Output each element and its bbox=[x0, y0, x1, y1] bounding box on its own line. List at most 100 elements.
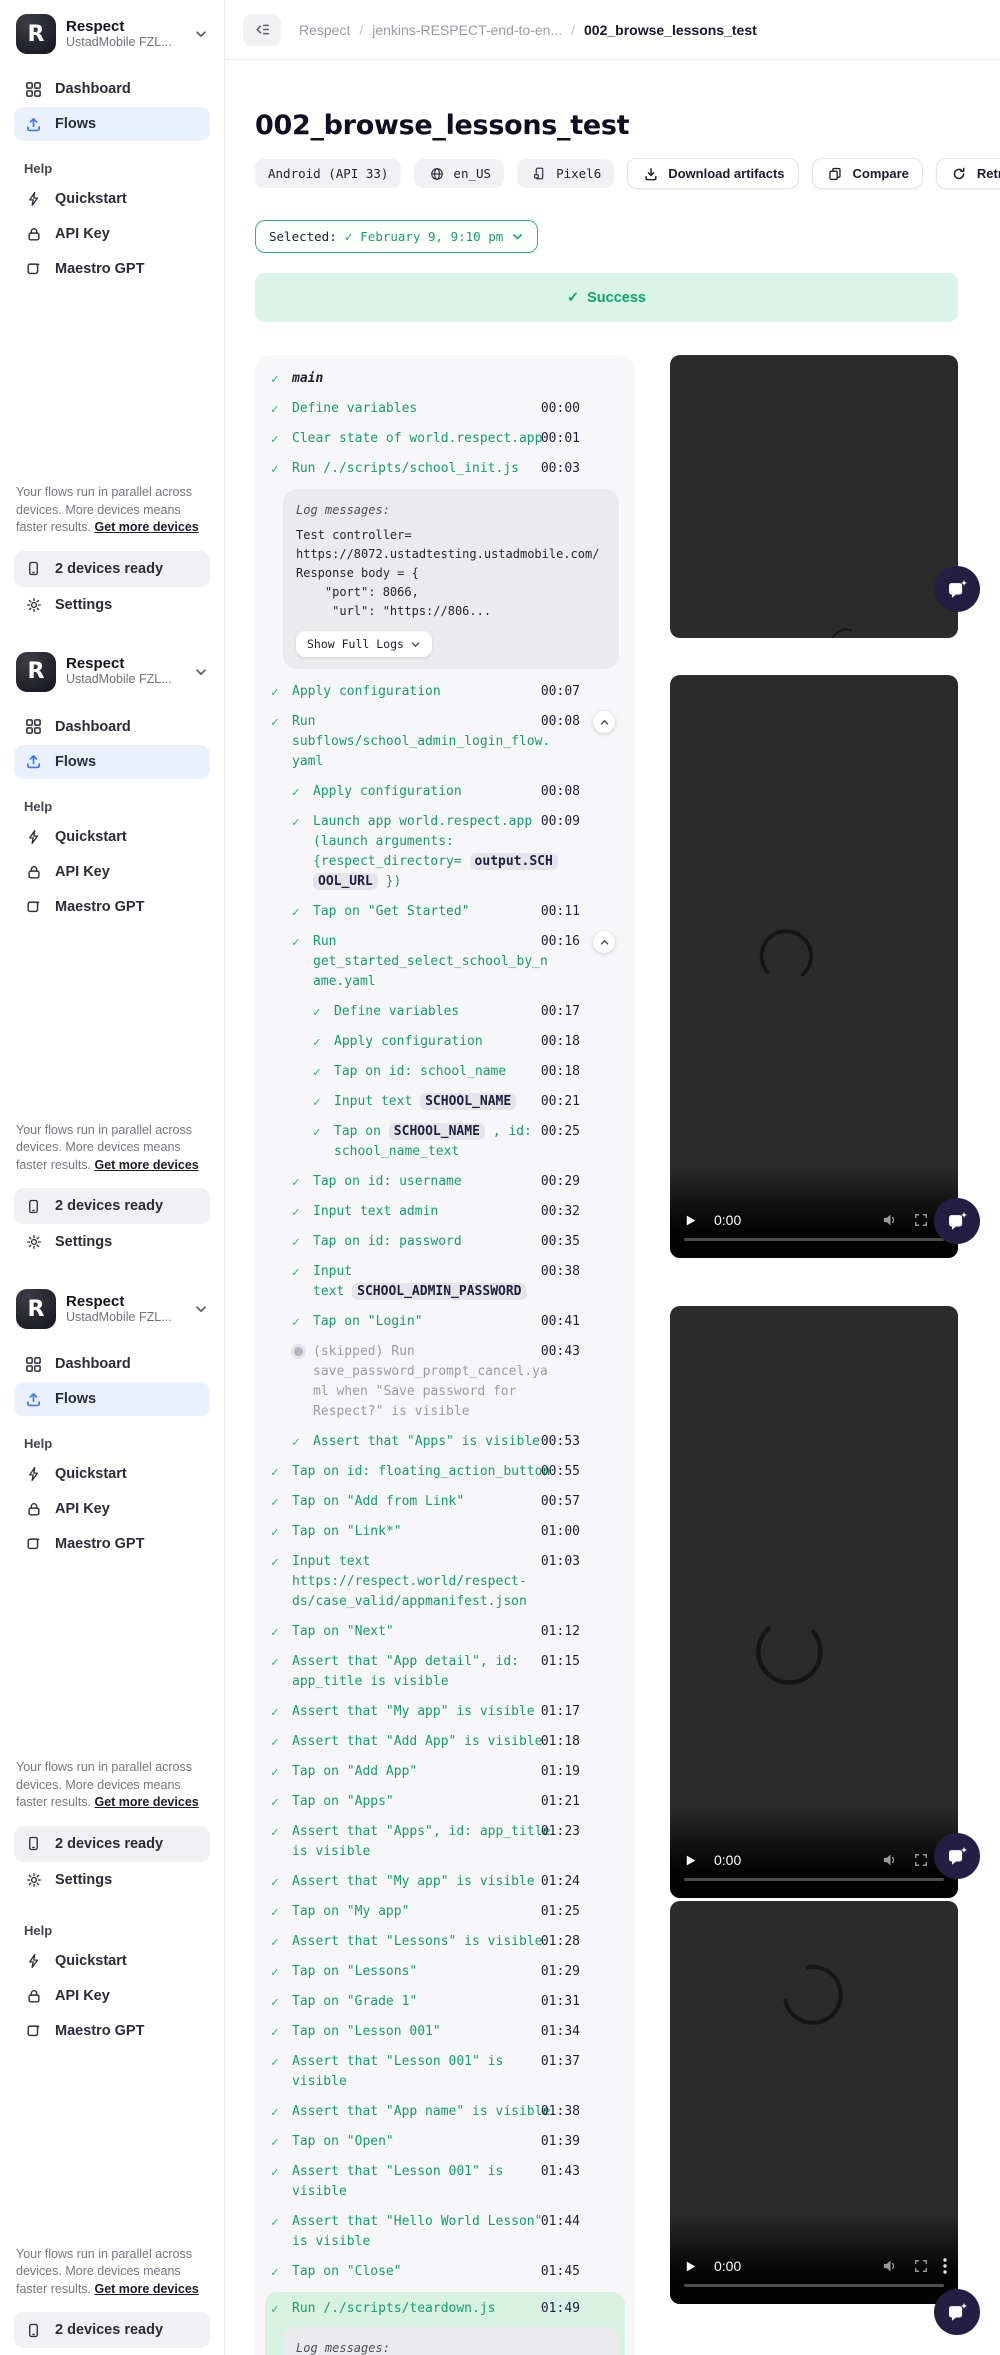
step-timestamp: 01:37 bbox=[541, 2052, 580, 2072]
collapse-step-button[interactable] bbox=[593, 931, 615, 953]
loading-spinner bbox=[818, 617, 873, 638]
get-more-devices-link[interactable]: Get more devices bbox=[95, 520, 199, 534]
devices-promo-text: Your flows run in parallel across device… bbox=[16, 484, 208, 537]
play-button[interactable] bbox=[684, 1214, 697, 1227]
video-camera-fab[interactable] bbox=[934, 566, 980, 612]
retry-button[interactable]: Retry bbox=[936, 158, 1000, 189]
play-button[interactable] bbox=[684, 1854, 697, 1867]
check-icon: ✓ bbox=[292, 1312, 313, 1332]
step-text: Tap on "Grade 1" bbox=[292, 1992, 555, 2012]
sidebar-item-api-key[interactable]: API Key bbox=[14, 1979, 210, 2013]
sidebar-item-devices-ready[interactable]: 2 devices ready bbox=[14, 1826, 210, 1862]
video-player[interactable]: 0:00 bbox=[670, 1901, 958, 2304]
sidebar-item-settings[interactable]: Settings bbox=[14, 1863, 210, 1897]
test-step: ✓Tap on "Close"01:45 bbox=[271, 2262, 619, 2282]
video-player[interactable]: 0:00 bbox=[670, 675, 958, 1258]
check-icon: ✓ bbox=[271, 1492, 292, 1512]
sidebar-item-maestro-gpt[interactable]: Maestro GPT bbox=[14, 2014, 210, 2048]
maestro-gpt-icon bbox=[24, 1536, 43, 1552]
badge-label: Android (API 33) bbox=[268, 166, 388, 181]
fullscreen-button[interactable] bbox=[914, 1213, 928, 1227]
show-full-logs-button[interactable]: Show Full Logs bbox=[296, 631, 432, 657]
workspace-switcher[interactable]: RRespectUstadMobile FZL... bbox=[14, 648, 210, 696]
badge-android-api-33-: Android (API 33) bbox=[255, 159, 401, 188]
check-icon: ✓ bbox=[271, 2299, 292, 2319]
check-icon: ✓ bbox=[271, 2102, 292, 2122]
video-camera-fab[interactable] bbox=[934, 2289, 980, 2335]
video-progress-bar[interactable] bbox=[684, 2284, 944, 2288]
sidebar-item-devices-ready[interactable]: 2 devices ready bbox=[14, 2312, 210, 2348]
workspace-switcher[interactable]: RRespectUstadMobile FZL... bbox=[14, 1285, 210, 1333]
mute-button[interactable] bbox=[882, 1853, 899, 1867]
video-progress-bar[interactable] bbox=[684, 1878, 944, 1882]
check-icon: ✓ bbox=[313, 1002, 334, 1022]
test-step: ✓Tap on "Lessons"01:29 bbox=[271, 1962, 619, 1982]
step-timestamp: 00:11 bbox=[541, 902, 580, 922]
video-progress-bar[interactable] bbox=[684, 1238, 944, 1242]
breadcrumb: Respect/jenkins-RESPECT-end-to-en.../002… bbox=[299, 22, 757, 38]
sidebar-item-api-key[interactable]: API Key bbox=[14, 1492, 210, 1526]
check-icon: ✓ bbox=[271, 1902, 292, 1922]
get-more-devices-link[interactable]: Get more devices bbox=[95, 1795, 199, 1809]
video-camera-fab[interactable] bbox=[934, 1833, 980, 1879]
sidebar-item-quickstart[interactable]: Quickstart bbox=[14, 820, 210, 854]
test-step: ✓Run get_started_select_school_by_name.y… bbox=[292, 932, 619, 992]
breadcrumb-item[interactable]: jenkins-RESPECT-end-to-en... bbox=[372, 22, 562, 38]
sidebar-item-maestro-gpt[interactable]: Maestro GPT bbox=[14, 252, 210, 286]
sidebar-item-settings[interactable]: Settings bbox=[14, 1225, 210, 1259]
sidebar-item-devices-ready[interactable]: 2 devices ready bbox=[14, 1188, 210, 1224]
sidebar-item-quickstart[interactable]: Quickstart bbox=[14, 1457, 210, 1491]
sidebar-item-dashboard[interactable]: Dashboard bbox=[14, 710, 210, 744]
step-text: Define variables bbox=[334, 1002, 555, 1022]
check-icon: ✓ bbox=[271, 1932, 292, 1952]
sidebar-item-maestro-gpt[interactable]: Maestro GPT bbox=[14, 890, 210, 924]
get-more-devices-link[interactable]: Get more devices bbox=[95, 2282, 199, 2296]
sidebar-item-settings[interactable]: Settings bbox=[14, 588, 210, 622]
test-step: ✓Input text SCHOOL_ADMIN_PASSWORD00:38 bbox=[292, 1262, 619, 1302]
video-player[interactable]: 0:00 bbox=[670, 1306, 958, 1898]
sidebar-item-dashboard[interactable]: Dashboard bbox=[14, 1347, 210, 1381]
collapse-step-button[interactable] bbox=[593, 711, 615, 733]
breadcrumb-item[interactable]: Respect bbox=[299, 22, 350, 38]
sidebar-item-flows[interactable]: Flows bbox=[14, 107, 210, 141]
sidebar-item-quickstart[interactable]: Quickstart bbox=[14, 1944, 210, 1978]
step-timestamp: 01:24 bbox=[541, 1872, 580, 1892]
sidebar-item-quickstart[interactable]: Quickstart bbox=[14, 182, 210, 216]
check-icon: ✓ bbox=[271, 1962, 292, 1982]
sidebar-item-flows[interactable]: Flows bbox=[14, 745, 210, 779]
page-title: 002_browse_lessons_test bbox=[255, 110, 958, 141]
video-camera-fab[interactable] bbox=[934, 1198, 980, 1244]
video-player[interactable] bbox=[670, 355, 958, 638]
sidebar-item-api-key[interactable]: API Key bbox=[14, 217, 210, 251]
play-button[interactable] bbox=[684, 2260, 697, 2273]
step-text: Tap on "Close" bbox=[292, 2262, 555, 2282]
test-step: ✓Assert that "Lesson 001" is visible01:4… bbox=[271, 2162, 619, 2202]
sidebar-item-api-key[interactable]: API Key bbox=[14, 855, 210, 889]
sidebar-item-devices-ready[interactable]: 2 devices ready bbox=[14, 551, 210, 587]
fullscreen-button[interactable] bbox=[914, 2259, 928, 2273]
sidebar-item-settings[interactable]: Settings bbox=[14, 2349, 210, 2355]
step-timestamp: 01:19 bbox=[541, 1762, 580, 1782]
compare-button[interactable]: Compare bbox=[812, 158, 923, 189]
run-selector-value: February 9, 9:10 pm bbox=[360, 229, 503, 244]
test-step: ✓Tap on "Link*"01:00 bbox=[271, 1522, 619, 1542]
step-timestamp: 00:32 bbox=[541, 1202, 580, 1222]
sidebar-item-flows[interactable]: Flows bbox=[14, 1382, 210, 1416]
mute-button[interactable] bbox=[882, 2259, 899, 2273]
workspace-meta: RespectUstadMobile FZL... bbox=[66, 1293, 184, 1326]
kebab-menu-button[interactable] bbox=[943, 2258, 947, 2274]
step-text: Tap on "Next" bbox=[292, 1622, 555, 1642]
sidebar-item-maestro-gpt[interactable]: Maestro GPT bbox=[14, 1527, 210, 1561]
breadcrumb-separator: / bbox=[359, 22, 363, 38]
fullscreen-button[interactable] bbox=[914, 1853, 928, 1867]
step-text: Tap on id: floating_action_button bbox=[292, 1462, 555, 1482]
workspace-switcher[interactable]: RRespectUstadMobile FZL... bbox=[14, 10, 210, 58]
download-artifacts-button[interactable]: Download artifacts bbox=[627, 158, 798, 189]
get-more-devices-link[interactable]: Get more devices bbox=[95, 1158, 199, 1172]
mute-button[interactable] bbox=[882, 1213, 899, 1227]
collapse-sidebar-button[interactable] bbox=[243, 14, 281, 46]
sidebar-item-dashboard[interactable]: Dashboard bbox=[14, 72, 210, 106]
check-icon: ✓ bbox=[292, 1432, 313, 1452]
run-selector[interactable]: Selected: ✓ February 9, 9:10 pm bbox=[255, 220, 538, 253]
action-label: Compare bbox=[853, 166, 909, 181]
